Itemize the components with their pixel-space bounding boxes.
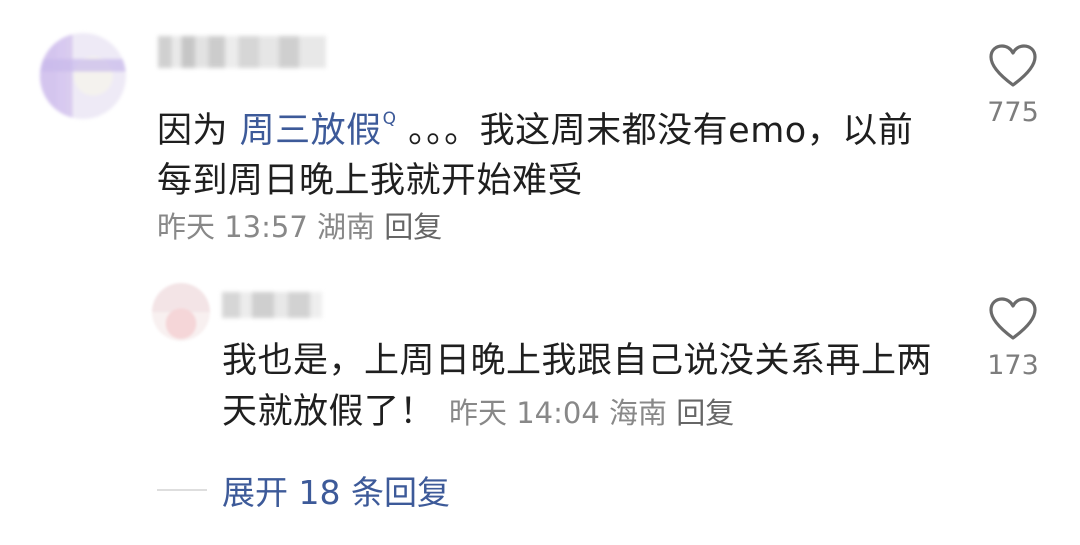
reply-username-blurred[interactable] bbox=[222, 292, 322, 318]
reply-like-button[interactable]: 173 bbox=[973, 296, 1053, 381]
comment-username-blurred[interactable] bbox=[158, 36, 326, 68]
reply-time: 昨天 14:04 bbox=[449, 396, 600, 430]
reply-like-count: 173 bbox=[987, 350, 1039, 381]
comment-search-link[interactable]: 周三放假Q bbox=[240, 109, 397, 151]
search-superscript-icon[interactable]: Q bbox=[383, 109, 397, 129]
expand-replies-button[interactable]: 展开 18 条回复 bbox=[222, 466, 450, 514]
reply-reply-button[interactable]: 回复 bbox=[676, 396, 734, 430]
avatar-blur-overlay bbox=[40, 33, 126, 119]
comment-like-count: 775 bbox=[987, 97, 1039, 128]
comment-like-button[interactable]: 775 bbox=[973, 43, 1053, 128]
heart-outline-icon[interactable] bbox=[988, 43, 1038, 89]
comment-reply-button[interactable]: 回复 bbox=[384, 210, 442, 244]
expand-divider bbox=[157, 489, 207, 491]
comment-body: 因为 周三放假Q 。。。我这周末都没有emo，以前每到周日晚上我就开始难受 bbox=[157, 94, 917, 206]
reply-meta: 昨天 14:04 海南 回复 bbox=[449, 396, 734, 430]
comment-location: 湖南 bbox=[317, 210, 376, 244]
reply-avatar[interactable] bbox=[152, 283, 210, 341]
comment-time: 昨天 13:57 bbox=[157, 210, 308, 244]
reply-body: 我也是，上周日晚上我跟自己说没关系再上两天就放假了！ 昨天 14:04 海南 回复 bbox=[222, 336, 942, 439]
comment-meta: 昨天 13:57 湖南 回复 bbox=[157, 204, 442, 246]
heart-outline-icon[interactable] bbox=[988, 296, 1038, 342]
comment-avatar[interactable] bbox=[40, 33, 126, 119]
comment-text-before: 因为 bbox=[157, 111, 240, 151]
reply-location: 海南 bbox=[609, 396, 668, 430]
comment-search-term[interactable]: 周三放假 bbox=[240, 111, 382, 151]
